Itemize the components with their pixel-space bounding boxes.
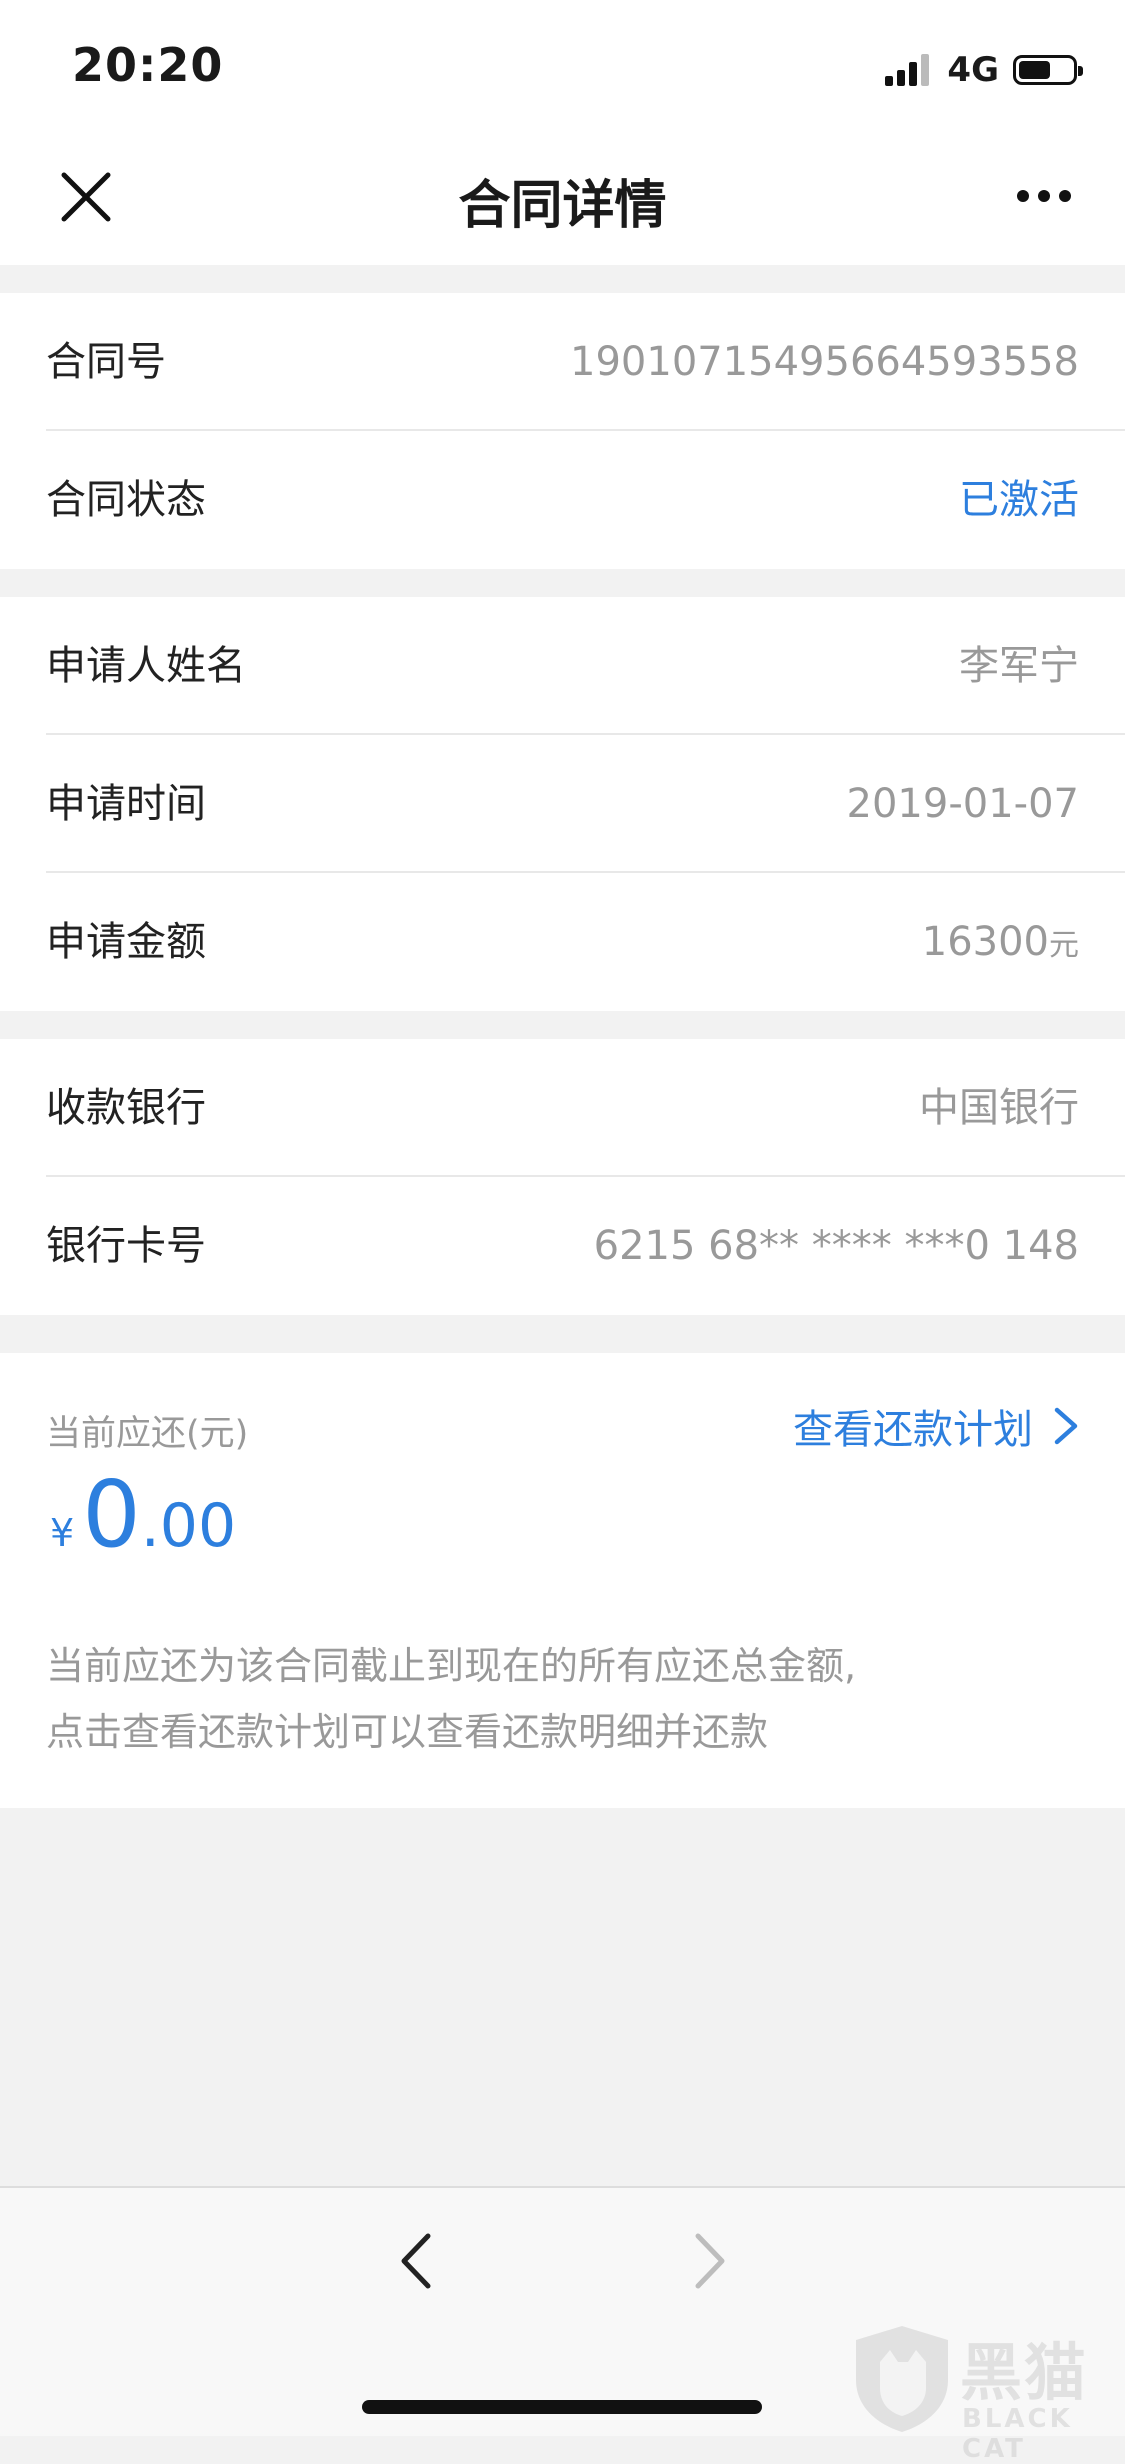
more-dots-icon[interactable] [1015, 183, 1073, 209]
current-due-amount: ¥ 0 .00 [50, 1465, 236, 1565]
repayment-card: 当前应还(元) 查看还款计划 ¥ 0 .00 当前应还为该合同截止到现在的所有应… [0, 1353, 1125, 1808]
row-label: 申请时间 [46, 781, 206, 827]
contract-info-section: 合同号 19010715495664593558 合同状态 已激活 [0, 293, 1125, 569]
cat-shield-logo-icon [856, 2326, 948, 2432]
contract-status-row: 合同状态 已激活 [46, 431, 1125, 569]
nav-bar: 合同详情 [0, 135, 1125, 265]
blackcat-watermark: 黑猫 BLACK CAT [850, 2322, 1125, 2464]
status-indicators: 4G [885, 48, 1083, 92]
contract-number-value: 19010715495664593558 [570, 339, 1079, 385]
view-repayment-plan-link[interactable]: 查看还款计划 [793, 1397, 1079, 1455]
forward-arrow-icon[interactable] [690, 2230, 730, 2292]
network-type: 4G [947, 50, 999, 90]
applicant-name-row: 申请人姓名 李军宁 [46, 597, 1125, 735]
contract-details: 合同号 19010715495664593558 合同状态 已激活 申请人姓名 … [0, 265, 1125, 1808]
row-label: 申请金额 [46, 919, 206, 965]
amount-number: 16300 [921, 919, 1049, 965]
amount-integer: 0 [82, 1461, 141, 1568]
home-indicator[interactable] [362, 2400, 762, 2414]
current-due-label: 当前应还(元) [46, 1414, 249, 1454]
chevron-right-icon [1054, 1407, 1078, 1445]
watermark-text-cn: 黑猫 [960, 2336, 1089, 2409]
application-time-row: 申请时间 2019-01-07 [46, 735, 1125, 873]
repayment-note: 当前应还为该合同截止到现在的所有应还总金额, 点击查看还款计划可以查看还款明细并… [46, 1633, 1046, 1765]
row-label: 合同号 [46, 339, 166, 385]
bank-name-row: 收款银行 中国银行 [46, 1039, 1125, 1177]
row-label: 合同状态 [46, 477, 206, 523]
application-amount-row: 申请金额 16300元 [46, 873, 1125, 1011]
status-bar: 20:20 4G [0, 0, 1125, 135]
contract-status-value: 已激活 [959, 477, 1079, 523]
applicant-name-value: 李军宁 [959, 643, 1079, 689]
page-title: 合同详情 [458, 176, 667, 236]
repayment-note-line: 当前应还为该合同截止到现在的所有应还总金额, [46, 1644, 857, 1688]
bank-section: 收款银行 中国银行 银行卡号 6215 68** **** ***0 148 [0, 1039, 1125, 1315]
application-time-value: 2019-01-07 [846, 781, 1079, 827]
amount-unit: 元 [1049, 928, 1079, 963]
back-arrow-icon[interactable] [396, 2230, 436, 2292]
repayment-note-line: 点击查看还款计划可以查看还款明细并还款 [46, 1710, 769, 1754]
currency-symbol: ¥ [50, 1511, 75, 1555]
application-amount-value: 16300元 [922, 873, 1079, 1015]
row-label: 申请人姓名 [46, 643, 246, 689]
battery-icon [1013, 55, 1083, 85]
watermark-text-en: BLACK CAT [962, 2404, 1073, 2464]
status-time: 20:20 [72, 38, 224, 92]
row-label: 银行卡号 [46, 1223, 206, 1269]
contract-number-row: 合同号 19010715495664593558 [46, 293, 1125, 431]
signal-icon [885, 54, 933, 86]
bank-name-value: 中国银行 [919, 1085, 1079, 1131]
view-repayment-plan-label: 查看还款计划 [793, 1407, 1033, 1453]
applicant-section: 申请人姓名 李军宁 申请时间 2019-01-07 申请金额 16300元 [0, 597, 1125, 1011]
card-number-row: 银行卡号 6215 68** **** ***0 148 [46, 1177, 1125, 1315]
row-label: 收款银行 [46, 1085, 206, 1131]
card-number-value: 6215 68** **** ***0 148 [593, 1223, 1079, 1269]
amount-decimal: .00 [140, 1491, 237, 1561]
